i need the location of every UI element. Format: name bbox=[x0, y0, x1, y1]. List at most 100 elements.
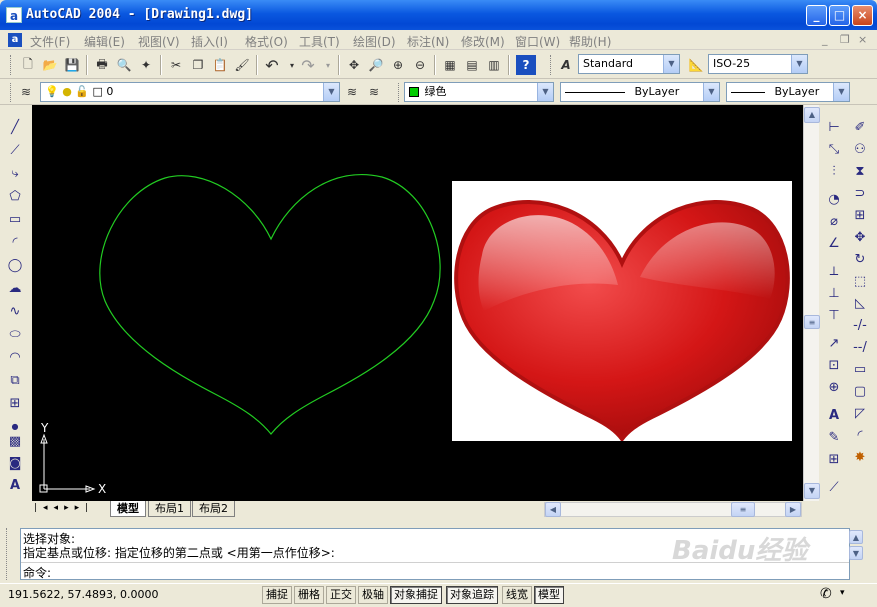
document-icon[interactable]: a bbox=[8, 33, 22, 47]
break-icon[interactable]: ▭ bbox=[849, 358, 871, 380]
center-mark-icon[interactable]: ⊕ bbox=[823, 376, 845, 398]
menu-view[interactable]: 视图(V) bbox=[138, 33, 180, 50]
close-button[interactable]: × bbox=[852, 5, 873, 26]
polar-toggle[interactable]: 极轴 bbox=[358, 586, 388, 604]
quick-dimension-icon[interactable]: ⟂ bbox=[823, 260, 845, 282]
design-center-icon[interactable]: ▤ bbox=[462, 55, 482, 75]
tab-layout2[interactable]: 布局2 bbox=[192, 501, 235, 517]
open-file-icon[interactable]: 📂 bbox=[40, 55, 60, 75]
quick-leader-icon[interactable]: ↗ bbox=[823, 332, 845, 354]
stretch-icon[interactable]: ◺ bbox=[849, 292, 871, 314]
linetype-select[interactable]: ByLayer ▼ bbox=[560, 82, 720, 102]
grid-toggle[interactable]: 栅格 bbox=[294, 586, 324, 604]
linear-dimension-icon[interactable]: ⊢ bbox=[823, 116, 845, 138]
mirror-icon[interactable]: ⧗ bbox=[849, 160, 871, 182]
command-window-grip[interactable] bbox=[6, 528, 16, 580]
print-preview-icon[interactable]: 🔍 bbox=[114, 55, 134, 75]
extend-icon[interactable]: --/ bbox=[849, 336, 871, 358]
communication-center-icon[interactable]: ✆ bbox=[820, 586, 832, 602]
copy-object-icon[interactable]: ⚇ bbox=[849, 138, 871, 160]
dimension-text-edit-icon[interactable]: ✎ bbox=[823, 426, 845, 448]
redo-dropdown-icon[interactable]: ▾ bbox=[318, 55, 338, 75]
text-style-select[interactable]: Standard ▼ bbox=[578, 54, 680, 74]
region-icon[interactable]: ◙ bbox=[4, 452, 26, 474]
menu-modify[interactable]: 修改(M) bbox=[461, 33, 505, 50]
menu-draw[interactable]: 绘图(D) bbox=[353, 33, 396, 50]
chevron-down-icon[interactable]: ▼ bbox=[323, 83, 339, 101]
copy-icon[interactable]: ❐ bbox=[188, 55, 208, 75]
menu-dimension[interactable]: 标注(N) bbox=[407, 33, 449, 50]
dim-style-select[interactable]: ISO-25 ▼ bbox=[708, 54, 808, 74]
dimension-edit-icon[interactable]: A bbox=[823, 404, 845, 426]
horizontal-scroll-thumb[interactable]: ≡ bbox=[731, 502, 755, 517]
chevron-down-icon[interactable]: ▼ bbox=[703, 83, 719, 101]
scroll-up-icon[interactable]: ▲ bbox=[804, 107, 820, 123]
zoom-previous-icon[interactable]: ⊖ bbox=[410, 55, 430, 75]
insert-block-icon[interactable]: ⧉ bbox=[4, 369, 26, 391]
construction-line-icon[interactable]: ⟋ bbox=[4, 139, 26, 161]
tool-palettes-icon[interactable]: ▥ bbox=[484, 55, 504, 75]
radius-dimension-icon[interactable]: ◔ bbox=[823, 188, 845, 210]
new-file-icon[interactable]: 🗋 bbox=[18, 55, 38, 75]
otrack-toggle[interactable]: 对象追踪 bbox=[446, 586, 498, 604]
undo-icon[interactable]: ↶ bbox=[262, 55, 282, 75]
layer-previous-icon[interactable]: ≋ bbox=[364, 82, 384, 102]
fillet-icon[interactable]: ◜ bbox=[849, 424, 871, 446]
zoom-realtime-icon[interactable]: 🔎 bbox=[366, 55, 386, 75]
ordinate-dimension-icon[interactable]: ⫶ bbox=[823, 160, 845, 182]
ellipse-icon[interactable]: ⬭ bbox=[4, 323, 26, 345]
rectangle-icon[interactable]: ▭ bbox=[4, 208, 26, 230]
offset-icon[interactable]: ⊃ bbox=[849, 182, 871, 204]
tolerance-icon[interactable]: ⊡ bbox=[823, 354, 845, 376]
dimension-style-icon[interactable]: ⟋ bbox=[823, 476, 845, 498]
horizontal-scrollbar[interactable]: ◀ ≡ ▶ bbox=[544, 502, 802, 517]
vertical-scrollbar[interactable]: ▲ ≡ ▼ bbox=[803, 105, 820, 501]
ortho-toggle[interactable]: 正交 bbox=[326, 586, 356, 604]
scroll-left-icon[interactable]: ◀ bbox=[545, 502, 561, 517]
status-menu-icon[interactable]: ▾ bbox=[840, 588, 845, 598]
ellipse-arc-icon[interactable]: ◠ bbox=[4, 346, 26, 368]
scroll-thumb[interactable]: ≡ bbox=[804, 315, 820, 329]
join-icon[interactable]: ▢ bbox=[849, 380, 871, 402]
snap-toggle[interactable]: 捕捉 bbox=[262, 586, 292, 604]
properties-icon[interactable]: ▦ bbox=[440, 55, 460, 75]
toolbar-grip[interactable] bbox=[10, 55, 13, 75]
baseline-dimension-icon[interactable]: ⊥ bbox=[823, 282, 845, 304]
text-style-icon[interactable]: A bbox=[556, 55, 576, 75]
arc-icon[interactable]: ◜ bbox=[4, 231, 26, 253]
command-scroll-up-icon[interactable]: ▲ bbox=[849, 530, 863, 544]
line-icon[interactable]: ╱ bbox=[4, 116, 26, 138]
diameter-dimension-icon[interactable]: ⌀ bbox=[823, 210, 845, 232]
command-prompt[interactable]: 命令: bbox=[23, 564, 51, 581]
layer-manager-icon[interactable]: ≋ bbox=[16, 82, 36, 102]
make-object-layer-current-icon[interactable]: ≋ bbox=[342, 82, 362, 102]
autocad-app-icon[interactable]: a bbox=[6, 7, 22, 23]
polyline-icon[interactable]: ⤷ bbox=[4, 162, 26, 184]
tab-layout1[interactable]: 布局1 bbox=[148, 501, 191, 517]
layer-select[interactable]: 💡 ● 🔓 □ 0 ▼ bbox=[40, 82, 340, 102]
paste-icon[interactable]: 📋 bbox=[210, 55, 230, 75]
multiline-text-icon[interactable]: A bbox=[4, 474, 26, 496]
scale-icon[interactable]: ⬚ bbox=[849, 270, 871, 292]
tab-model[interactable]: 模型 bbox=[110, 501, 146, 517]
scroll-down-icon[interactable]: ▼ bbox=[804, 483, 820, 499]
drawing-canvas[interactable]: Y X bbox=[32, 105, 803, 501]
rotate-icon[interactable]: ↻ bbox=[849, 248, 871, 270]
menu-file[interactable]: 文件(F) bbox=[30, 33, 70, 50]
menu-tools[interactable]: 工具(T) bbox=[299, 33, 340, 50]
circle-icon[interactable]: ◯ bbox=[4, 254, 26, 276]
tab-navigation-icon[interactable]: |◂◂▸▸| bbox=[34, 503, 94, 513]
toolbar-grip[interactable] bbox=[10, 83, 13, 102]
spline-icon[interactable]: ∿ bbox=[4, 300, 26, 322]
lineweight-select[interactable]: ByLayer ▼ bbox=[726, 82, 850, 102]
osnap-toggle[interactable]: 对象捕捉 bbox=[390, 586, 442, 604]
cut-icon[interactable]: ✂ bbox=[166, 55, 186, 75]
chevron-down-icon[interactable]: ▼ bbox=[791, 55, 807, 73]
dimension-update-icon[interactable]: ⊞ bbox=[823, 448, 845, 470]
doc-close-icon[interactable]: × bbox=[858, 33, 867, 46]
minimize-button[interactable]: _ bbox=[806, 5, 827, 26]
lineweight-toggle[interactable]: 线宽 bbox=[502, 586, 532, 604]
maximize-button[interactable]: □ bbox=[829, 5, 850, 26]
command-scroll-down-icon[interactable]: ▼ bbox=[849, 546, 863, 560]
save-icon[interactable]: 💾 bbox=[62, 55, 82, 75]
